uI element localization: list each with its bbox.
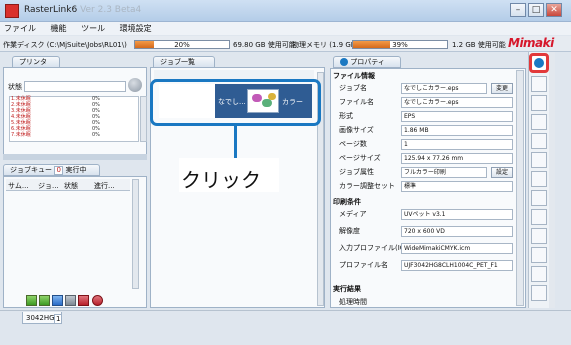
- crop-tool-icon[interactable]: [531, 114, 547, 130]
- app-name: RasterLink6: [24, 5, 78, 15]
- work-disk-free: 69.80 GB 使用可能: [233, 41, 296, 49]
- bottom-tab-area: [0, 310, 571, 345]
- property-value[interactable]: フルカラー印刷: [401, 167, 487, 178]
- menu-bar: ファイル 機能 ツール 環境設定: [0, 22, 571, 35]
- minimize-icon[interactable]: –: [510, 3, 526, 17]
- layout-tool-icon[interactable]: [531, 76, 547, 92]
- tab-job-queue[interactable]: ジョブキュー 0 実行中: [3, 164, 100, 176]
- work-disk-progress: 20%: [134, 40, 230, 49]
- stop-icon[interactable]: [65, 295, 76, 306]
- col-state[interactable]: 状態: [64, 181, 78, 191]
- mimaki-logo: Mimaki: [508, 36, 554, 50]
- property-value: WideMimakiCMYK.icm: [401, 243, 513, 254]
- tiling-tool-icon[interactable]: [531, 133, 547, 149]
- memory-label: 物理メモリ (1.9 GB): [292, 41, 359, 49]
- color-tool-icon[interactable]: [531, 95, 547, 111]
- toolbar-scrollbar[interactable]: [549, 52, 555, 308]
- job-queue-count: 0: [54, 166, 64, 175]
- col-job[interactable]: ジョ...: [38, 181, 59, 191]
- info-dot-tool-icon[interactable]: [531, 285, 547, 301]
- callout-text: クリック: [181, 168, 261, 192]
- property-action-button[interactable]: 設定: [491, 167, 513, 178]
- menu-file[interactable]: ファイル: [4, 24, 36, 33]
- thumbnail-flower-2: [262, 99, 272, 107]
- scale-tool-icon[interactable]: [531, 171, 547, 187]
- property-value: 125.94 x 77.26 mm: [401, 153, 513, 164]
- job-queue-header: サム... ジョ... 状態 進行...: [6, 179, 130, 191]
- job-thumbnail: [247, 89, 279, 113]
- section-result: 実行結果: [333, 285, 361, 293]
- menu-tool[interactable]: ツール: [81, 24, 105, 33]
- col-thumbnail[interactable]: サム...: [8, 181, 29, 191]
- property-value: 720 x 600 VD: [401, 226, 513, 237]
- property-action-button[interactable]: 変更: [491, 83, 513, 94]
- tab-running[interactable]: 実行中: [65, 166, 86, 174]
- job-name-left: なでし...: [218, 98, 246, 106]
- property-label: 処理時間: [339, 298, 367, 306]
- thumbnail-flower-1: [252, 94, 262, 102]
- printer-tab-label: 3042HG: [26, 314, 55, 322]
- rip-tool-icon[interactable]: [531, 228, 547, 244]
- property-value: なでしこカラー.eps: [401, 97, 513, 108]
- window-title: RasterLink6 Ver 2.3 Beta4: [24, 5, 141, 15]
- job-queue-label: ジョブキュー: [10, 166, 52, 174]
- thumbnail-flower-3: [268, 93, 276, 100]
- maximize-icon[interactable]: □: [528, 3, 544, 17]
- work-disk-percent: 20%: [174, 41, 190, 49]
- property-value: UJF3042HG8CLH1004C_PET_F1: [401, 260, 513, 271]
- print-start-icon[interactable]: [26, 295, 37, 306]
- media-tool-icon[interactable]: [531, 152, 547, 168]
- printer-queue-percent: 0%: [92, 132, 100, 138]
- printer-state-field: [24, 81, 126, 92]
- info-icon: [340, 58, 348, 66]
- cut-tool-icon[interactable]: [531, 247, 547, 263]
- property-value: 標準: [401, 181, 513, 192]
- properties-scrollbar[interactable]: [516, 70, 524, 306]
- title-bar: RasterLink6 Ver 2.3 Beta4 – □ ✕: [0, 0, 571, 22]
- job-queue-panel: サム... ジョ... 状態 進行...: [3, 176, 147, 308]
- job-queue-scrollbar[interactable]: [132, 179, 139, 289]
- info-tool-icon: [534, 58, 544, 68]
- app-icon: [5, 4, 19, 18]
- printer-status-light-icon: [128, 78, 142, 92]
- col-progress[interactable]: 進行...: [94, 181, 115, 191]
- print-tool-icon[interactable]: [531, 209, 547, 225]
- work-disk-label: 作業ディスク (C:\MjSuite\Jobs\RL01\): [3, 41, 127, 49]
- property-value: UVペット v3.1: [401, 209, 513, 220]
- property-value: 1.86 MB: [401, 125, 513, 136]
- properties-tab-label: プロパティ: [350, 58, 385, 66]
- tab-properties[interactable]: プロパティ: [333, 56, 401, 68]
- properties-tool-button[interactable]: [529, 53, 549, 73]
- delete-job-icon[interactable]: [92, 295, 103, 306]
- property-value[interactable]: なでしこカラー.eps: [401, 83, 487, 94]
- printer-tab-3042hg[interactable]: 3042HG 1: [22, 312, 63, 324]
- menu-function[interactable]: 機能: [51, 24, 67, 33]
- section-print-conditions: 印刷条件: [333, 198, 361, 206]
- callout-box: クリック: [179, 158, 279, 192]
- pause-icon[interactable]: [52, 295, 63, 306]
- property-value: EPS: [401, 111, 513, 122]
- app-version: Ver 2.3 Beta4: [80, 5, 142, 15]
- job-item[interactable]: なでし... カラー: [159, 84, 312, 118]
- job-name-right: カラー: [282, 98, 303, 106]
- section-file-info: ファイル情報: [333, 72, 375, 80]
- printer-queue-row[interactable]: 7.未休眠: [11, 132, 31, 138]
- printer-queue-scrollbar[interactable]: [140, 96, 147, 142]
- print-step-icon[interactable]: [39, 295, 50, 306]
- memory-progress: 39%: [352, 40, 448, 49]
- queue-controls: [26, 295, 134, 309]
- printer-tab-number: 1: [54, 314, 63, 324]
- property-value: 1: [401, 139, 513, 150]
- memory-percent: 39%: [392, 41, 408, 49]
- callout-line: [234, 126, 237, 158]
- printer-panel-splitter[interactable]: [3, 154, 147, 160]
- printer-state-label: 状態: [8, 83, 22, 91]
- resource-status-bar: 作業ディスク (C:\MjSuite\Jobs\RL01\) 20% 69.80…: [0, 36, 571, 52]
- special-color-tool-icon[interactable]: [531, 190, 547, 206]
- cancel-icon[interactable]: [78, 295, 89, 306]
- memory-free: 1.2 GB 使用可能: [452, 41, 506, 49]
- menu-settings[interactable]: 環境設定: [120, 24, 152, 33]
- output-tool-icon[interactable]: [531, 266, 547, 282]
- close-icon[interactable]: ✕: [546, 3, 562, 17]
